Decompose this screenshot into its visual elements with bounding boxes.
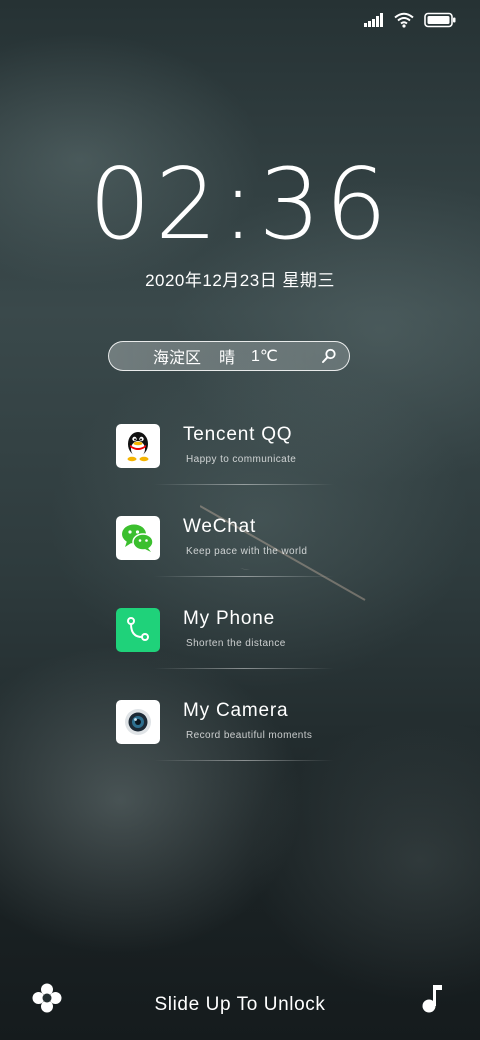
app-description: Record beautiful moments — [186, 730, 313, 741]
weather-condition: 晴 — [219, 350, 236, 367]
wifi-icon — [394, 12, 414, 28]
music-note-icon[interactable] — [420, 982, 444, 1019]
camera-icon[interactable] — [116, 700, 160, 744]
status-bar — [364, 8, 456, 32]
app-shortcut-list: Tencent QQ Happy to communicate WeChat K… — [116, 424, 336, 792]
lock-clock: 02:36 2020年12月23日 星期三 — [0, 150, 480, 291]
clock-time: 02:36 — [88, 148, 392, 262]
qq-icon[interactable] — [116, 424, 160, 468]
app-name: My Camera — [183, 700, 289, 721]
weather-location: 海淀区 — [153, 350, 202, 367]
divider — [154, 484, 334, 485]
app-name: WeChat — [183, 516, 257, 537]
app-shortcut-phone[interactable]: My Phone Shorten the distance — [116, 608, 336, 700]
divider — [154, 668, 334, 669]
weather-temperature: 1℃ — [251, 348, 278, 365]
wechat-icon[interactable] — [116, 516, 160, 560]
app-shortcut-camera[interactable]: My Camera Record beautiful moments — [116, 700, 336, 792]
app-shortcut-qq[interactable]: Tencent QQ Happy to communicate — [116, 424, 336, 516]
phone-icon[interactable] — [116, 608, 160, 652]
battery-icon — [424, 12, 456, 28]
app-description: Keep pace with the world — [186, 546, 308, 557]
divider — [154, 760, 334, 761]
app-name: Tencent QQ — [183, 424, 293, 445]
app-description: Shorten the distance — [186, 638, 286, 649]
clock-date: 2020年12月23日 星期三 — [145, 271, 335, 290]
signal-icon — [364, 13, 383, 27]
app-description: Happy to communicate — [186, 454, 297, 465]
divider — [154, 576, 334, 577]
unlock-hint[interactable]: Slide Up To Unlock — [0, 994, 480, 1016]
search-icon[interactable] — [321, 348, 337, 364]
app-name: My Phone — [183, 608, 275, 629]
weather-bar[interactable]: 海淀区 晴 1℃ — [108, 341, 350, 371]
app-shortcut-wechat[interactable]: WeChat Keep pace with the world — [116, 516, 336, 608]
